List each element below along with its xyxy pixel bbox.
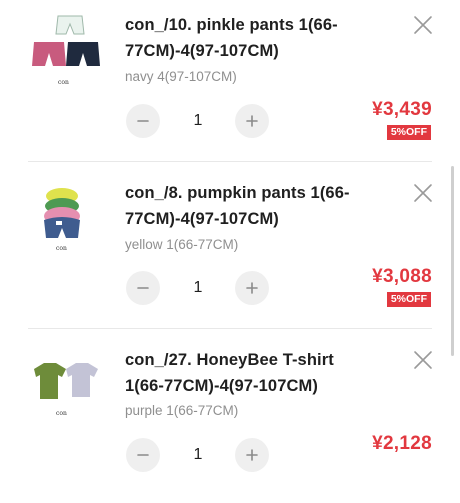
brand-tag: con	[56, 245, 67, 252]
decrease-quantity-button[interactable]	[126, 271, 160, 305]
quantity-value[interactable]: 1	[178, 446, 218, 464]
product-name[interactable]: con_/10. pinkle pants 1(66-77CM)-4(97-10…	[125, 12, 370, 64]
close-icon[interactable]	[412, 349, 434, 371]
plus-icon	[246, 282, 258, 294]
minus-icon	[137, 287, 149, 289]
discount-badge: 5%OFF	[386, 292, 431, 307]
increase-quantity-button[interactable]	[235, 104, 269, 138]
close-icon[interactable]	[412, 14, 434, 36]
product-price: ¥3,088	[372, 266, 432, 287]
cart-item: con con_/27. HoneyBee T-shirt 1(66-77CM)…	[0, 335, 460, 503]
decrease-quantity-button[interactable]	[126, 104, 160, 138]
close-icon[interactable]	[412, 182, 434, 204]
product-thumbnail[interactable]: con	[26, 12, 108, 94]
product-name[interactable]: con_/8. pumpkin pants 1(66-77CM)-4(97-10…	[125, 180, 370, 232]
scrollbar[interactable]	[451, 166, 454, 356]
product-price: ¥2,128	[372, 433, 432, 454]
increase-quantity-button[interactable]	[235, 271, 269, 305]
item-divider	[28, 161, 432, 162]
product-option: navy 4(97-107CM)	[125, 69, 237, 84]
product-option: purple 1(66-77CM)	[125, 403, 239, 418]
product-price: ¥3,439	[372, 99, 432, 120]
product-option: yellow 1(66-77CM)	[125, 237, 239, 252]
product-name[interactable]: con_/27. HoneyBee T-shirt 1(66-77CM)-4(9…	[125, 347, 370, 399]
item-divider	[28, 328, 432, 329]
discount-badge: 5%OFF	[386, 125, 431, 140]
decrease-quantity-button[interactable]	[126, 438, 160, 472]
cart-item: con con_/10. pinkle pants 1(66-77CM)-4(9…	[0, 0, 460, 168]
tshirt-icon	[34, 363, 98, 399]
plus-icon	[246, 115, 258, 127]
shorts-icon	[32, 15, 100, 66]
cart-list: con con_/10. pinkle pants 1(66-77CM)-4(9…	[0, 0, 460, 472]
brand-tag: con	[56, 410, 67, 417]
product-thumbnail[interactable]: con	[26, 353, 108, 435]
cart-item: con con_/8. pumpkin pants 1(66-77CM)-4(9…	[0, 168, 460, 336]
product-thumbnail[interactable]: con	[26, 184, 108, 266]
pants-stack-icon	[44, 188, 80, 238]
minus-icon	[137, 120, 149, 122]
brand-tag: con	[58, 79, 69, 86]
quantity-value[interactable]: 1	[178, 279, 218, 297]
increase-quantity-button[interactable]	[235, 438, 269, 472]
quantity-value[interactable]: 1	[178, 112, 218, 130]
